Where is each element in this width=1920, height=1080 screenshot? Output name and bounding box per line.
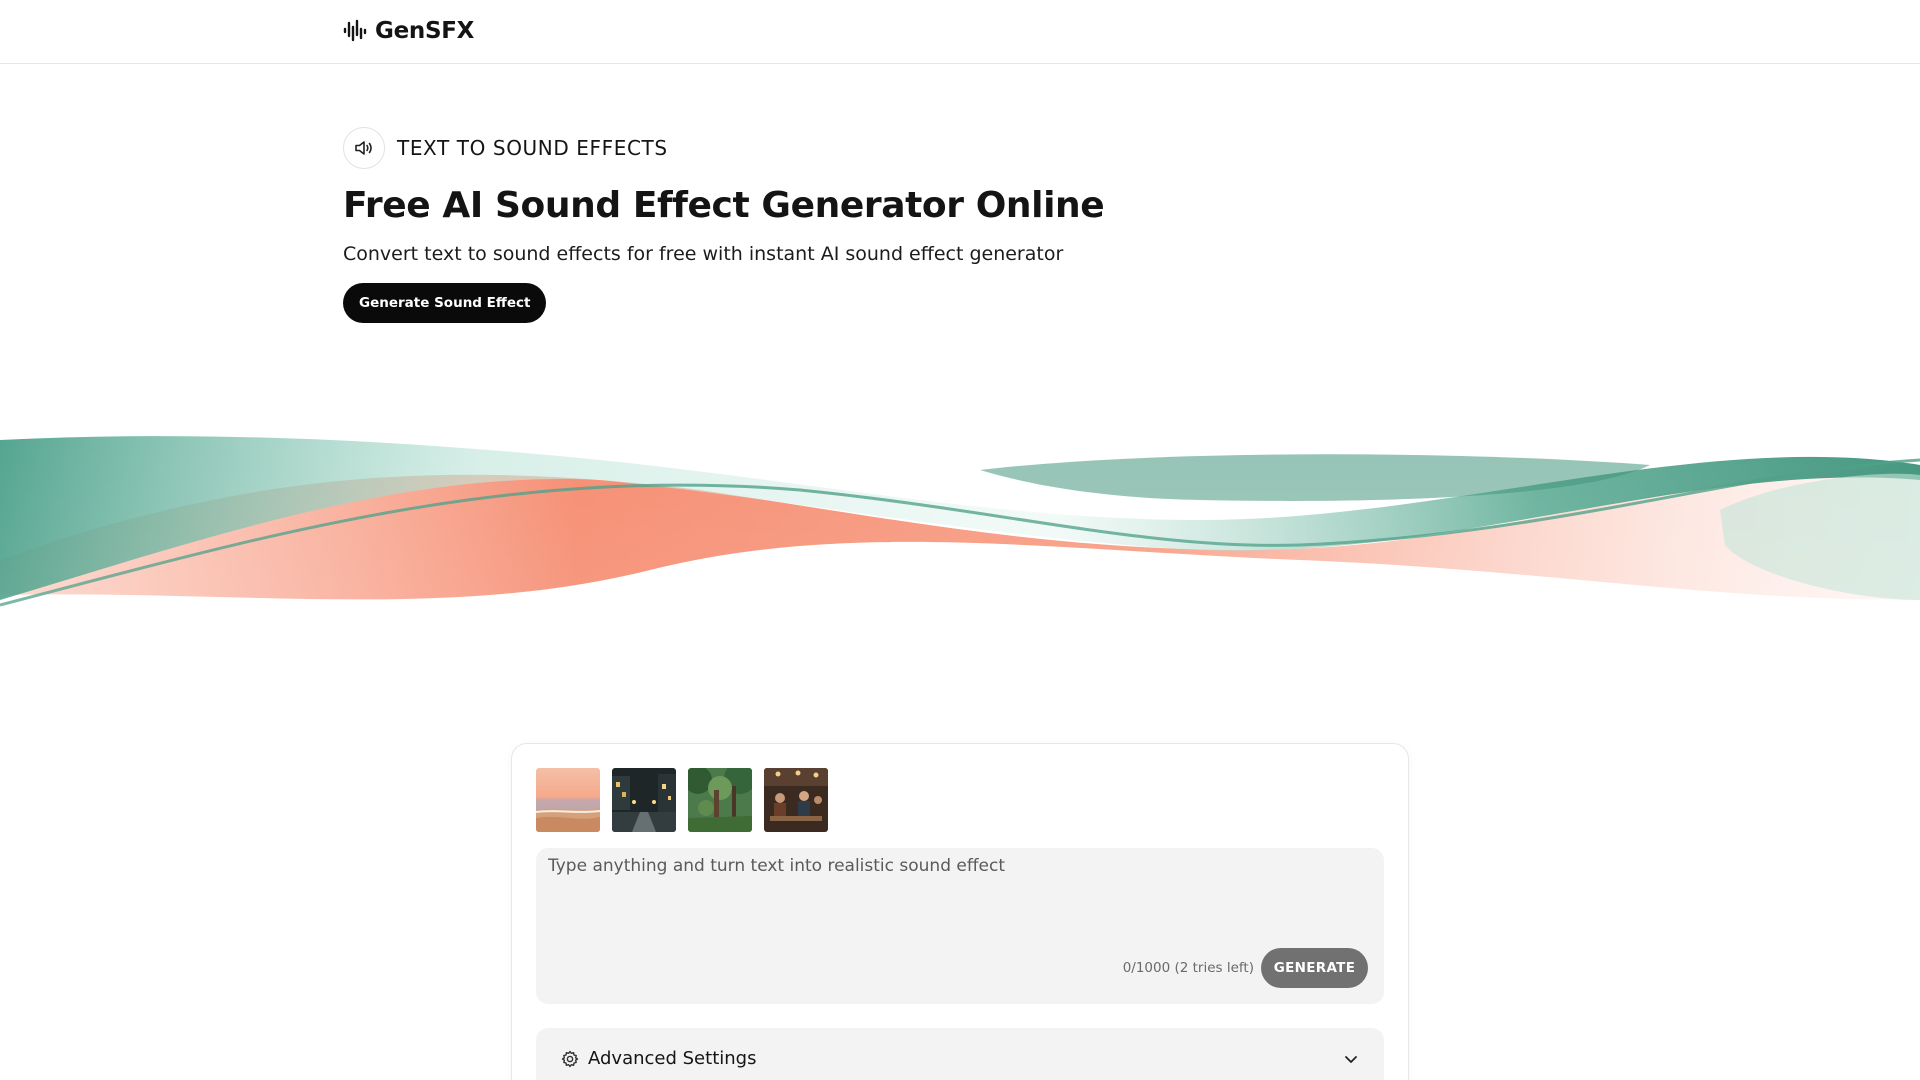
gear-icon (560, 1049, 580, 1069)
top-navigation-bar: GenSFX (0, 0, 1920, 64)
waveform-icon (343, 17, 367, 45)
advanced-settings-toggle[interactable]: Advanced Settings (536, 1028, 1384, 1080)
hero-eyebrow: TEXT TO SOUND EFFECTS (343, 127, 1243, 169)
preset-thumbnail-beach[interactable] (536, 768, 600, 832)
page-title: Free AI Sound Effect Generator Online (343, 185, 1105, 226)
generate-sound-effect-button[interactable]: Generate Sound Effect (343, 283, 547, 323)
hero-section: TEXT TO SOUND EFFECTS Free AI Sound Effe… (343, 127, 1243, 323)
preset-thumbnail-forest[interactable] (688, 768, 752, 832)
hero-eyebrow-text: TEXT TO SOUND EFFECTS (397, 136, 668, 160)
advanced-settings-label: Advanced Settings (588, 1048, 757, 1069)
prompt-input[interactable] (548, 856, 1368, 936)
character-counter: 0/1000 (2 tries left) (1122, 960, 1254, 976)
decorative-wave-graphic (0, 410, 1920, 650)
preset-thumbnail-rainy-street[interactable] (612, 768, 676, 832)
preset-thumbnails (536, 768, 828, 832)
speaker-icon (343, 127, 385, 169)
page-subtitle: Convert text to sound effects for free w… (343, 243, 1064, 265)
brand-name: GenSFX (375, 18, 475, 44)
preset-thumbnail-cafe[interactable] (764, 768, 828, 832)
prompt-panel: 0/1000 (2 tries left) GENERATE (536, 848, 1384, 1004)
generator-card: 0/1000 (2 tries left) GENERATE Advanced … (511, 743, 1409, 1080)
generate-button[interactable]: GENERATE (1261, 948, 1368, 988)
brand-logo[interactable]: GenSFX (343, 17, 474, 45)
chevron-down-icon (1342, 1050, 1360, 1068)
